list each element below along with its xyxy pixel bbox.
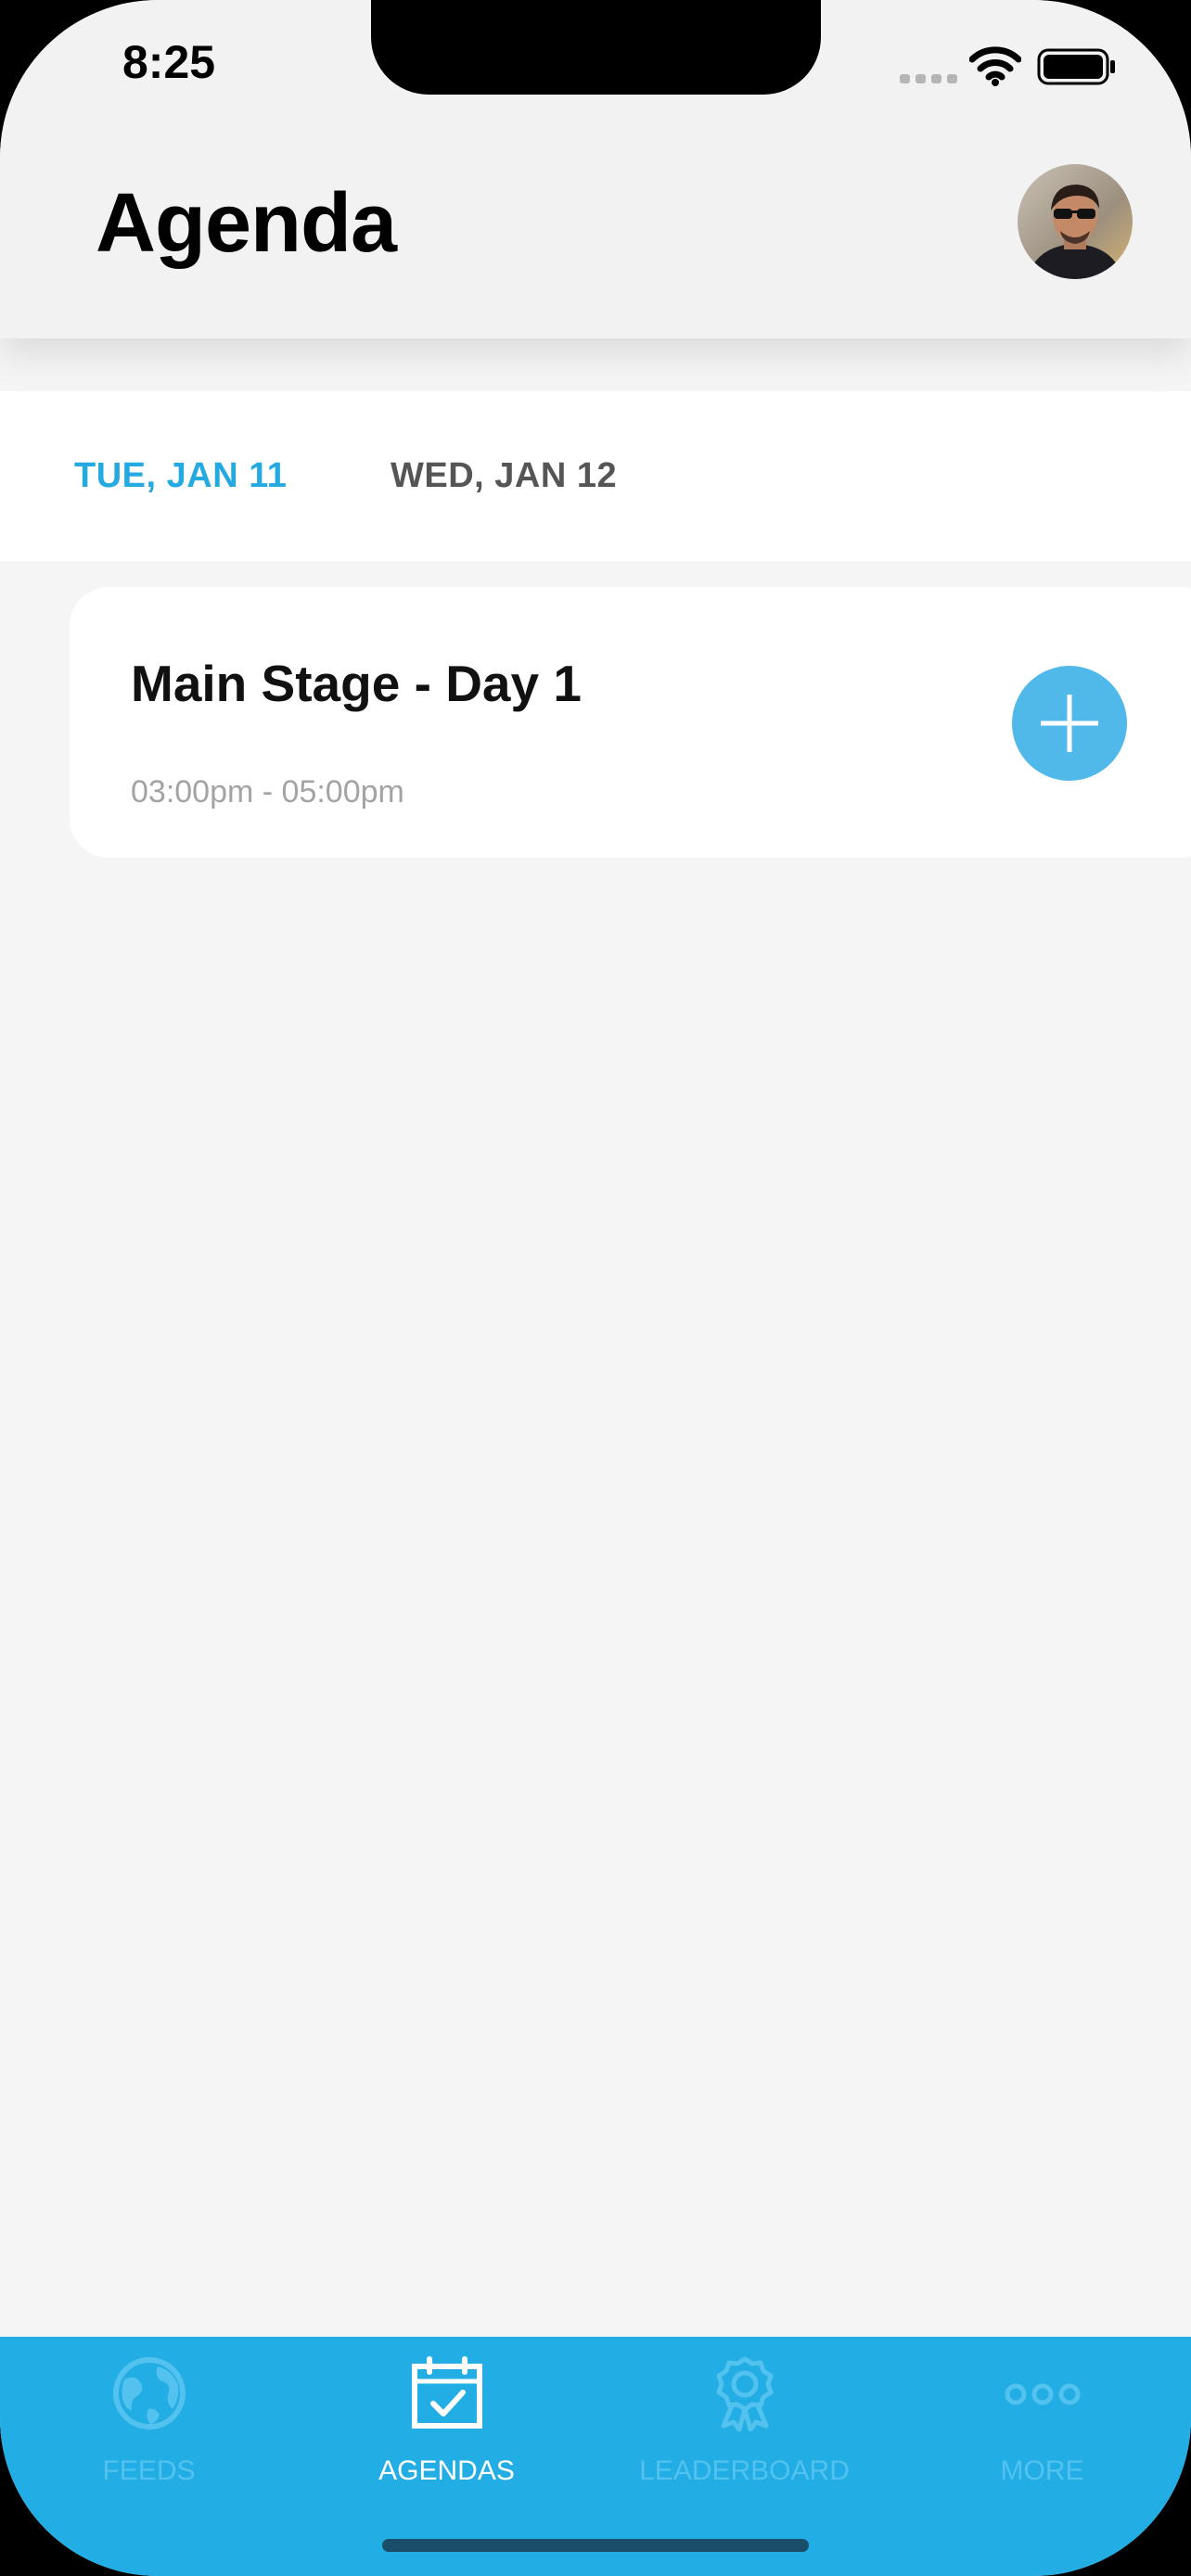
- wifi-icon: [969, 46, 1021, 86]
- date-tab-wed-jan-12[interactable]: WED, JAN 12: [391, 456, 617, 496]
- phone-screen: 8:25 Agenda TUE, JAN 11 WED, JAN 12 Main…: [0, 0, 1191, 2576]
- app-header: 8:25 Agenda: [0, 0, 1191, 338]
- tab-label: MORE: [1000, 2455, 1084, 2486]
- plus-icon: [1041, 695, 1098, 752]
- tab-label: LEADERBOARD: [639, 2455, 850, 2486]
- battery-icon: [1037, 48, 1115, 85]
- globe-icon: [113, 2357, 186, 2429]
- tab-more[interactable]: MORE: [893, 2337, 1191, 2522]
- profile-avatar[interactable]: [1018, 164, 1133, 279]
- cellular-signal-icon: [900, 74, 957, 83]
- session-card[interactable]: Main Stage - Day 1 03:00pm - 05:00pm: [70, 587, 1191, 858]
- tab-leaderboard[interactable]: LEADERBOARD: [596, 2337, 893, 2522]
- device-notch: [371, 0, 821, 95]
- session-title: Main Stage - Day 1: [131, 655, 582, 712]
- tab-feeds[interactable]: FEEDS: [0, 2337, 298, 2522]
- award-ribbon-icon: [716, 2356, 774, 2431]
- session-time: 03:00pm - 05:00pm: [131, 774, 404, 810]
- more-dots-icon: [1005, 2383, 1081, 2405]
- calendar-check-icon: [412, 2356, 482, 2429]
- page-title: Agenda: [96, 177, 397, 270]
- status-time: 8:25: [122, 36, 216, 88]
- date-tabs: TUE, JAN 11 WED, JAN 12: [0, 391, 1191, 561]
- date-tab-tue-jan-11[interactable]: TUE, JAN 11: [74, 456, 287, 496]
- tab-agendas[interactable]: AGENDAS: [298, 2337, 596, 2522]
- tab-label: AGENDAS: [378, 2455, 515, 2486]
- home-indicator[interactable]: [382, 2539, 809, 2552]
- add-session-button[interactable]: [1012, 666, 1127, 781]
- tab-label: FEEDS: [102, 2455, 196, 2486]
